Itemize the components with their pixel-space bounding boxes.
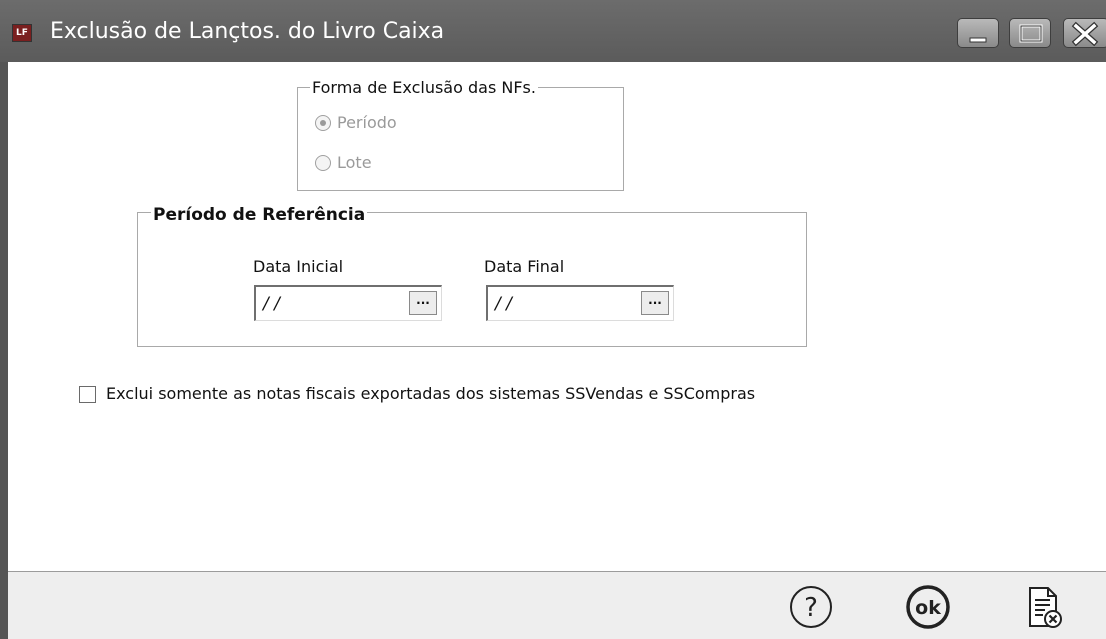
forma-exclusao-group	[297, 87, 624, 191]
help-button[interactable]: ?	[787, 583, 835, 631]
radio-lote[interactable]	[315, 155, 331, 171]
app-icon[interactable]: LF	[12, 24, 32, 42]
periodo-referencia-group	[137, 212, 807, 347]
close-button[interactable]	[1063, 18, 1106, 48]
title-bar[interactable]: LF Exclusão de Lançtos. do Livro Caixa	[0, 0, 1106, 62]
radio-periodo-label[interactable]: Período	[337, 113, 397, 133]
close-document-button[interactable]	[1019, 583, 1067, 631]
radio-lote-label[interactable]: Lote	[337, 153, 372, 173]
data-inicial-value[interactable]: / /	[263, 293, 280, 315]
ok-button[interactable]: ok	[904, 583, 952, 631]
data-final-picker-button[interactable]: ...	[641, 291, 669, 315]
periodo-referencia-legend: Período de Referência	[151, 204, 368, 226]
minimize-button[interactable]	[957, 18, 999, 48]
exclui-somente-label[interactable]: Exclui somente as notas fiscais exportad…	[106, 384, 755, 404]
minimize-icon	[969, 37, 987, 43]
data-inicial-field[interactable]: / / ...	[254, 285, 442, 321]
data-final-value[interactable]: / /	[495, 293, 512, 315]
radio-selected-dot	[320, 120, 326, 126]
close-document-icon	[1029, 587, 1062, 628]
exclui-somente-checkbox[interactable]	[79, 386, 96, 403]
forma-exclusao-legend: Forma de Exclusão das NFs.	[310, 78, 538, 98]
ok-icon-text: ok	[915, 597, 941, 619]
radio-periodo[interactable]	[315, 115, 331, 131]
window-border	[0, 62, 8, 639]
data-final-label: Data Final	[484, 257, 565, 276]
data-inicial-picker-button[interactable]: ...	[409, 291, 437, 315]
main-window: LF Exclusão de Lançtos. do Livro Caixa F…	[0, 0, 1106, 639]
close-icon	[1071, 21, 1099, 47]
app-icon-text: LF	[13, 25, 31, 41]
data-inicial-label: Data Inicial	[253, 257, 344, 276]
maximize-button[interactable]	[1009, 18, 1051, 48]
window-title: Exclusão de Lançtos. do Livro Caixa	[50, 19, 445, 44]
maximize-icon	[1019, 24, 1043, 43]
help-icon: ?	[790, 586, 832, 628]
help-icon-text: ?	[804, 593, 818, 623]
data-final-field[interactable]: / / ...	[486, 285, 674, 321]
ok-icon: ok	[906, 585, 950, 629]
